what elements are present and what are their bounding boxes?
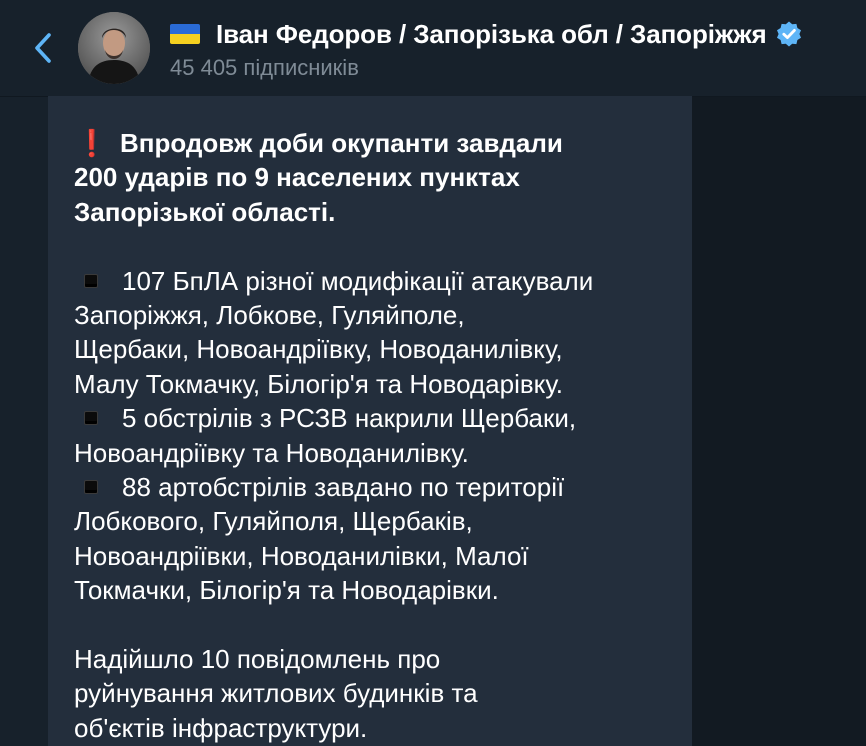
text-line: Запоріжжя, Лобкове, Гуляйполе, bbox=[74, 300, 465, 331]
bullet-line: 88 артобстрілів завдано по території bbox=[74, 470, 674, 504]
black-square-icon bbox=[84, 411, 98, 426]
text-line: Щербаки, Новоандріївку, Новоданилівку, bbox=[74, 334, 563, 365]
channel-title-row[interactable]: Іван Федоров / Запорізька обл / Запоріжж… bbox=[170, 14, 803, 54]
channel-header: Іван Федоров / Запорізька обл / Запоріжж… bbox=[0, 0, 866, 97]
footer-line: руйнування житлових будинків та bbox=[74, 678, 478, 709]
ukraine-flag-icon bbox=[170, 24, 200, 44]
exclamation-icon: ❗ bbox=[75, 128, 109, 158]
telegram-channel-view: Іван Федоров / Запорізька обл / Запоріжж… bbox=[0, 0, 866, 746]
channel-title: Іван Федоров / Запорізька обл / Запоріжж… bbox=[216, 18, 767, 49]
text-line: Новоандріївку та Новоданилівку. bbox=[74, 437, 469, 468]
footer-line: Надійшло 10 повідомлень про bbox=[74, 644, 441, 675]
avatar-image bbox=[78, 12, 150, 84]
side-panel bbox=[692, 96, 866, 746]
bullet-line: 107 БпЛА різної модифікації атакували bbox=[74, 264, 674, 298]
text-line: Лобкового, Гуляйполя, Щербаків, bbox=[74, 506, 473, 537]
subscriber-count: 45 405 підписників bbox=[170, 55, 359, 80]
footer-line: об'єктів інфраструктури. bbox=[74, 712, 368, 743]
headline-line: ❗ Впродовж доби окупанти завдали bbox=[74, 126, 674, 160]
text-line: Новоандріївки, Новоданилівки, Малої bbox=[74, 540, 529, 571]
verified-badge-icon bbox=[775, 20, 803, 48]
chevron-left-icon bbox=[35, 33, 51, 63]
back-button[interactable] bbox=[28, 30, 58, 66]
bullet-line: 5 обстрілів з РСЗВ накрили Щербаки, bbox=[74, 401, 674, 435]
black-square-icon bbox=[84, 480, 98, 495]
headline-line: 200 ударів по 9 населених пунктах bbox=[74, 162, 520, 193]
text-line: Малу Токмачку, Білогір'я та Новодарівку. bbox=[74, 368, 563, 399]
text-line: Токмачки, Білогір'я та Новодарівки. bbox=[74, 575, 499, 606]
black-square-icon bbox=[84, 273, 98, 288]
message-text: ❗ Впродовж доби окупанти завдали 200 удар… bbox=[74, 126, 674, 745]
headline-line: Запорізької області. bbox=[74, 196, 336, 227]
channel-avatar[interactable] bbox=[78, 12, 150, 84]
